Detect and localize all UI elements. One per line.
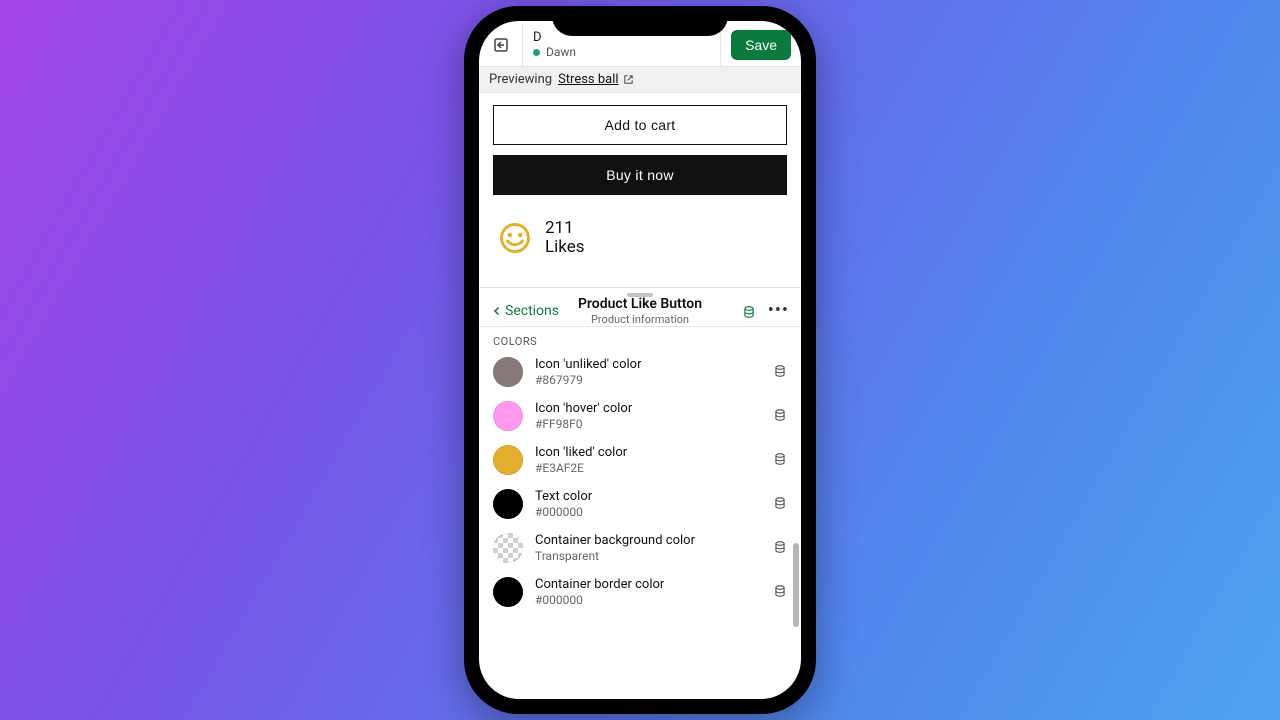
preview-product-name: Stress ball bbox=[558, 72, 619, 87]
color-setting-value: #000000 bbox=[535, 505, 761, 519]
color-setting-label: Container border color bbox=[535, 577, 761, 592]
panel-header: Sections Product Like Button Product inf… bbox=[479, 302, 801, 327]
connect-dynamic-source-button[interactable] bbox=[773, 539, 787, 558]
smile-icon bbox=[497, 220, 533, 256]
color-setting-value: #000000 bbox=[535, 593, 761, 607]
theme-status: Dawn bbox=[533, 45, 710, 59]
external-link-icon bbox=[623, 74, 634, 85]
color-setting-row[interactable]: Text color#000000 bbox=[479, 482, 801, 526]
connect-dynamic-source-button[interactable] bbox=[773, 451, 787, 470]
color-setting-value: Transparent bbox=[535, 549, 761, 563]
color-setting-row[interactable]: Container border color#000000 bbox=[479, 570, 801, 614]
connect-dynamic-source-button[interactable] bbox=[773, 583, 787, 602]
back-to-sections-button[interactable]: Sections bbox=[491, 303, 559, 319]
color-swatch bbox=[493, 489, 523, 519]
exit-icon bbox=[492, 36, 510, 54]
add-to-cart-button[interactable]: Add to cart bbox=[493, 105, 787, 145]
preview-strip: Previewing Stress ball bbox=[479, 67, 801, 93]
save-button[interactable]: Save bbox=[731, 30, 791, 60]
color-swatch bbox=[493, 401, 523, 431]
database-icon bbox=[773, 539, 787, 553]
color-setting-value: #867979 bbox=[535, 373, 761, 387]
database-icon bbox=[773, 407, 787, 421]
panel-scrollbar[interactable] bbox=[793, 333, 799, 693]
connect-dynamic-source-button[interactable] bbox=[773, 407, 787, 426]
connect-dynamic-source-button[interactable] bbox=[773, 495, 787, 514]
color-setting-row[interactable]: Icon 'hover' color#FF98F0 bbox=[479, 394, 801, 438]
color-setting-value: #FF98F0 bbox=[535, 417, 761, 431]
color-setting-label: Icon 'liked' color bbox=[535, 445, 761, 460]
color-setting-value: #E3AF2E bbox=[535, 461, 761, 475]
color-setting-label: Text color bbox=[535, 489, 761, 504]
phone-frame: D Dawn Save Previewing Stress ball bbox=[464, 6, 816, 714]
connect-dynamic-source-button[interactable] bbox=[773, 363, 787, 382]
color-swatch bbox=[493, 445, 523, 475]
color-swatch bbox=[493, 357, 523, 387]
colors-heading: COLORS bbox=[479, 327, 801, 350]
color-setting-label: Container background color bbox=[535, 533, 761, 548]
preview-product-link[interactable]: Stress ball bbox=[558, 72, 634, 87]
color-setting-label: Icon 'unliked' color bbox=[535, 357, 761, 372]
color-setting-row[interactable]: Container background colorTransparent bbox=[479, 526, 801, 570]
back-label: Sections bbox=[505, 303, 559, 319]
screen: D Dawn Save Previewing Stress ball bbox=[479, 21, 801, 699]
color-setting-row[interactable]: Icon 'unliked' color#867979 bbox=[479, 350, 801, 394]
exit-editor-button[interactable] bbox=[479, 23, 523, 66]
theme-name: Dawn bbox=[546, 45, 576, 59]
chevron-left-icon bbox=[491, 305, 503, 317]
preview-canvas: Add to cart Buy it now 211 Likes bbox=[479, 93, 801, 287]
database-icon bbox=[773, 495, 787, 509]
color-setting-row[interactable]: Icon 'liked' color#E3AF2E bbox=[479, 438, 801, 482]
status-dot-icon bbox=[533, 49, 540, 56]
likes-count: 211 bbox=[545, 219, 585, 238]
previewing-label: Previewing bbox=[489, 72, 552, 87]
panel-body: COLORS Icon 'unliked' color#867979Icon '… bbox=[479, 327, 801, 699]
device-notch bbox=[552, 6, 728, 36]
database-icon bbox=[773, 583, 787, 597]
buy-now-button[interactable]: Buy it now bbox=[493, 155, 787, 195]
database-icon bbox=[773, 451, 787, 465]
like-button-block[interactable]: 211 Likes bbox=[493, 219, 787, 256]
color-setting-label: Icon 'hover' color bbox=[535, 401, 761, 416]
color-swatch bbox=[493, 533, 523, 563]
likes-label: Likes bbox=[545, 238, 585, 257]
dynamic-source-icon[interactable] bbox=[742, 304, 756, 318]
more-actions-button[interactable]: ••• bbox=[768, 302, 789, 320]
database-icon bbox=[773, 363, 787, 377]
settings-panel: Sections Product Like Button Product inf… bbox=[479, 287, 801, 699]
panel-drag-handle[interactable] bbox=[479, 288, 801, 302]
color-swatch bbox=[493, 577, 523, 607]
